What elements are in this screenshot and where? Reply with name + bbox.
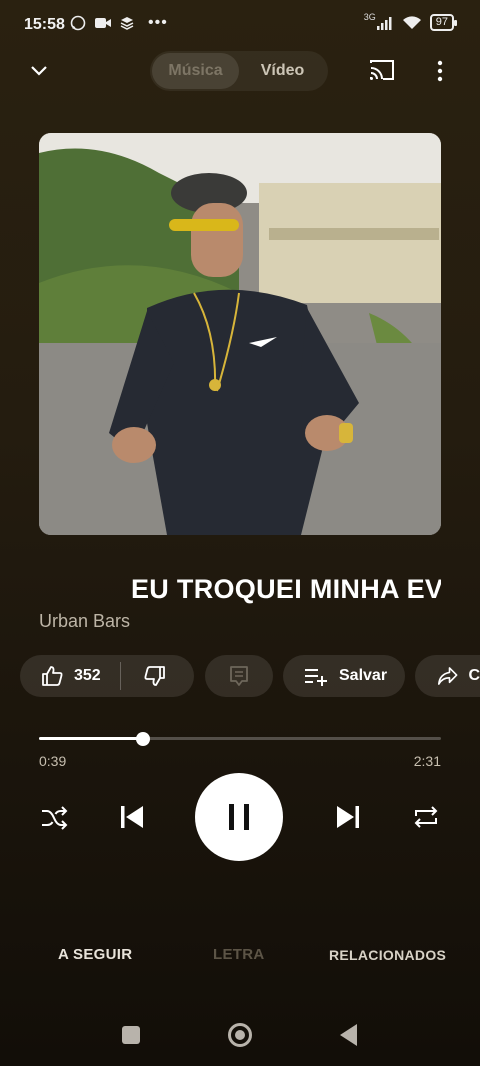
status-system-icons: 3G 97 xyxy=(363,11,458,31)
artist-name[interactable]: Urban Bars xyxy=(39,611,130,632)
progress-fill xyxy=(39,737,143,740)
back-button[interactable] xyxy=(340,1024,357,1046)
tab-letra[interactable]: LETRA xyxy=(213,946,265,963)
tab-musica[interactable]: Música xyxy=(152,53,239,89)
shuffle-icon xyxy=(42,806,68,830)
wifi-icon xyxy=(402,16,421,29)
save-label: Salvar xyxy=(339,667,388,684)
more-options-button[interactable] xyxy=(430,58,450,84)
previous-button[interactable] xyxy=(119,804,145,835)
previous-icon xyxy=(121,806,143,828)
like-button[interactable]: 352 xyxy=(20,655,101,697)
album-art xyxy=(39,133,441,535)
like-dislike-group: 352 xyxy=(20,655,194,697)
shuffle-button[interactable] xyxy=(40,805,68,836)
chevron-down-icon xyxy=(31,66,47,76)
cast-icon xyxy=(370,60,394,80)
home-button[interactable] xyxy=(228,1023,252,1047)
song-title: EU TROQUEI MINHA EV xyxy=(131,574,441,604)
video-camera-icon xyxy=(95,18,111,28)
thumbs-up-icon xyxy=(42,666,63,686)
tab-relacionados[interactable]: RELACIONADOS xyxy=(329,947,446,963)
share-icon xyxy=(437,667,458,685)
repeat-icon xyxy=(414,806,438,828)
status-time: 15:58 xyxy=(24,16,65,33)
progress-scrubber[interactable] xyxy=(135,732,150,746)
status-notification-icons: ••• xyxy=(70,14,168,32)
recents-button[interactable] xyxy=(122,1026,140,1044)
dislike-button[interactable] xyxy=(121,655,167,697)
repeat-button[interactable] xyxy=(412,804,440,835)
tab-video[interactable]: Vídeo xyxy=(239,53,326,89)
music-video-toggle[interactable]: Música Vídeo xyxy=(150,51,328,91)
play-pause-button[interactable] xyxy=(195,773,283,861)
share-label: C xyxy=(468,667,480,684)
next-icon xyxy=(337,806,359,828)
more-dots-icon: ••• xyxy=(148,14,168,31)
tab-a-seguir[interactable]: A SEGUIR xyxy=(58,946,132,963)
comment-icon xyxy=(230,666,248,686)
save-button[interactable]: Salvar xyxy=(283,655,405,697)
cast-button[interactable] xyxy=(368,58,396,87)
total-time: 2:31 xyxy=(413,753,441,769)
comments-button[interactable] xyxy=(205,655,273,697)
thumbs-down-icon xyxy=(144,666,165,686)
battery-icon: 97 xyxy=(429,14,458,31)
pause-icon xyxy=(229,804,249,830)
collapse-button[interactable] xyxy=(26,58,52,84)
whatsapp-icon xyxy=(70,15,86,31)
current-time: 0:39 xyxy=(39,753,67,769)
like-count: 352 xyxy=(74,667,101,684)
more-vert-icon xyxy=(437,60,443,82)
playlist-add-icon xyxy=(305,669,327,686)
signal-icon xyxy=(376,16,392,30)
share-button[interactable]: C xyxy=(415,655,480,697)
network-type: 3G xyxy=(363,11,376,22)
next-button[interactable] xyxy=(335,804,361,835)
layers-icon xyxy=(120,17,134,30)
